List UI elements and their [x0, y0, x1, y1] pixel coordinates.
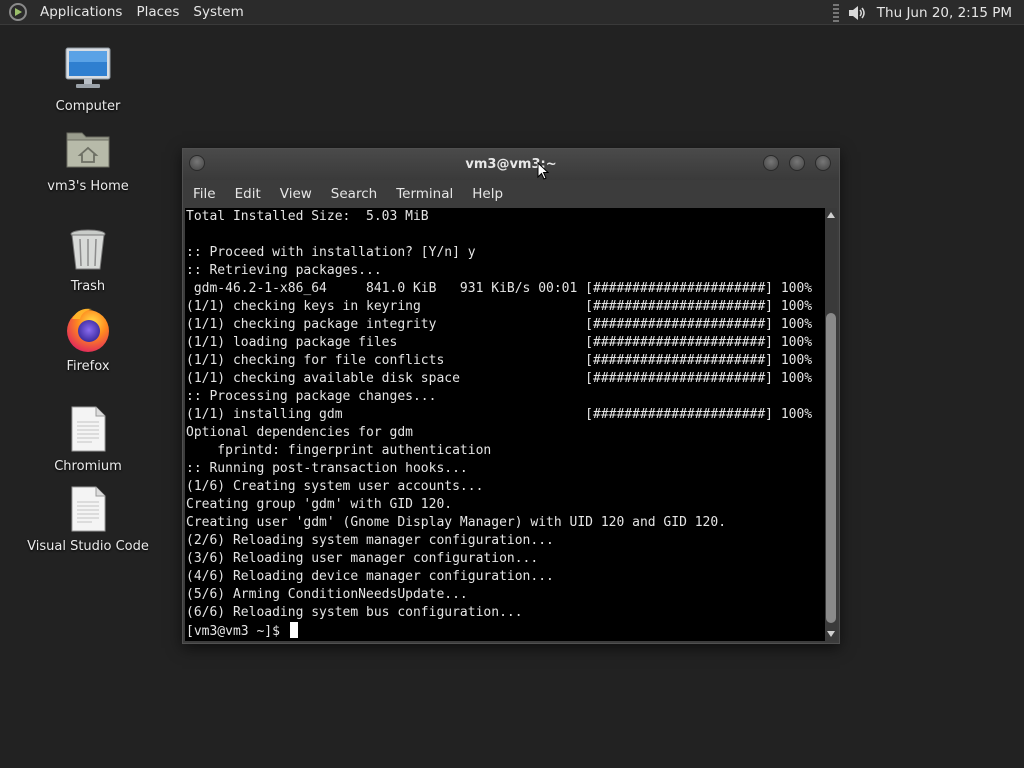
terminal-line: fprintd: fingerprint authentication [186, 443, 492, 458]
maximize-button[interactable] [789, 155, 805, 171]
close-button[interactable] [815, 155, 831, 171]
document-icon [64, 405, 112, 453]
desktop-icon-home[interactable]: vm3's Home [28, 125, 148, 194]
mouse-pointer-icon [537, 162, 549, 180]
clock[interactable]: Thu Jun 20, 2:15 PM [877, 5, 1024, 21]
terminal-line: (1/6) Creating system user accounts... [186, 479, 484, 494]
menu-view[interactable]: View [273, 186, 319, 202]
terminal-line: Creating user 'gdm' (Gnome Display Manag… [186, 515, 727, 530]
terminal-line: (1/1) checking package integrity [######… [186, 317, 813, 332]
menu-terminal[interactable]: Terminal [389, 186, 460, 202]
terminal-cursor [289, 622, 298, 638]
terminal-prompt-line[interactable]: [vm3@vm3 ~]$ [186, 622, 827, 640]
desktop-icon-label: Chromium [54, 459, 122, 474]
terminal-line: (3/6) Reloading user manager configurati… [186, 551, 539, 566]
scroll-down-arrow-icon[interactable] [827, 631, 835, 637]
terminal-line: Total Installed Size: 5.03 MiB [186, 209, 429, 224]
terminal-line: (4/6) Reloading device manager configura… [186, 569, 554, 584]
window-menu-button[interactable] [189, 155, 205, 171]
terminal-line: (2/6) Reloading system manager configura… [186, 533, 554, 548]
applications-menu[interactable]: Applications [33, 0, 129, 25]
menu-file[interactable]: File [186, 186, 223, 202]
terminal-line: (1/1) checking for file conflicts [#####… [186, 353, 813, 368]
menu-search[interactable]: Search [324, 186, 384, 202]
desktop-icon-label: Visual Studio Code [27, 539, 149, 554]
document-icon [64, 485, 112, 533]
terminal-window[interactable]: vm3@vm3:~ File Edit View Search Terminal… [182, 148, 840, 644]
desktop-icon-trash[interactable]: Trash [28, 225, 148, 294]
desktop-icon-chromium[interactable]: Chromium [28, 405, 148, 474]
terminal-line: :: Retrieving packages... [186, 263, 382, 278]
trash-icon [64, 225, 112, 273]
desktop-icon-label: Trash [70, 279, 106, 294]
terminal-menubar: File Edit View Search Terminal Help [183, 180, 839, 208]
panel-handle[interactable] [832, 3, 839, 22]
terminal-line: (1/1) loading package files [###########… [186, 335, 813, 350]
desktop-icon-label: Computer [55, 99, 121, 114]
terminal-scrollbar[interactable] [825, 208, 837, 641]
desktop-icon-label: Firefox [66, 359, 110, 374]
mate-logo-icon[interactable] [9, 3, 27, 21]
terminal-prompt: [vm3@vm3 ~]$ [186, 624, 288, 639]
terminal-line: Creating group 'gdm' with GID 120. [186, 497, 453, 512]
terminal-line: :: Processing package changes... [186, 389, 437, 404]
terminal-line: (5/6) Arming ConditionNeedsUpdate... [186, 587, 468, 602]
terminal-line: (6/6) Reloading system bus configuration… [186, 605, 523, 620]
places-menu[interactable]: Places [129, 0, 186, 25]
computer-icon [64, 45, 112, 93]
menu-edit[interactable]: Edit [228, 186, 268, 202]
desktop-icon-vscode[interactable]: Visual Studio Code [27, 485, 149, 554]
top-panel: Applications Places System Thu Jun 20, 2… [0, 0, 1024, 25]
desktop-icon-computer[interactable]: Computer [28, 45, 148, 114]
system-menu[interactable]: System [186, 0, 250, 25]
desktop-icon-label: vm3's Home [47, 179, 129, 194]
scrollbar-thumb[interactable] [826, 313, 836, 623]
home-folder-icon [64, 125, 112, 173]
terminal-line: (1/1) installing gdm [##################… [186, 407, 813, 422]
terminal-line: Optional dependencies for gdm [186, 425, 413, 440]
menu-help[interactable]: Help [465, 186, 510, 202]
minimize-button[interactable] [763, 155, 779, 171]
terminal-line: (1/1) checking keys in keyring [########… [186, 299, 813, 314]
volume-icon[interactable] [847, 3, 867, 23]
terminal-output[interactable]: Total Installed Size: 5.03 MiB :: Procee… [185, 208, 827, 641]
terminal-line: gdm-46.2-1-x86_64 841.0 KiB 931 KiB/s 00… [186, 281, 813, 296]
panel-tray: Thu Jun 20, 2:15 PM [832, 0, 1024, 25]
firefox-icon [64, 305, 112, 353]
desktop-icon-firefox[interactable]: Firefox [28, 305, 148, 374]
terminal-line: (1/1) checking available disk space [###… [186, 371, 813, 386]
scroll-up-arrow-icon[interactable] [827, 212, 835, 218]
terminal-line: :: Running post-transaction hooks... [186, 461, 468, 476]
terminal-line: :: Proceed with installation? [Y/n] y [186, 245, 476, 260]
window-titlebar[interactable]: vm3@vm3:~ [183, 149, 839, 180]
